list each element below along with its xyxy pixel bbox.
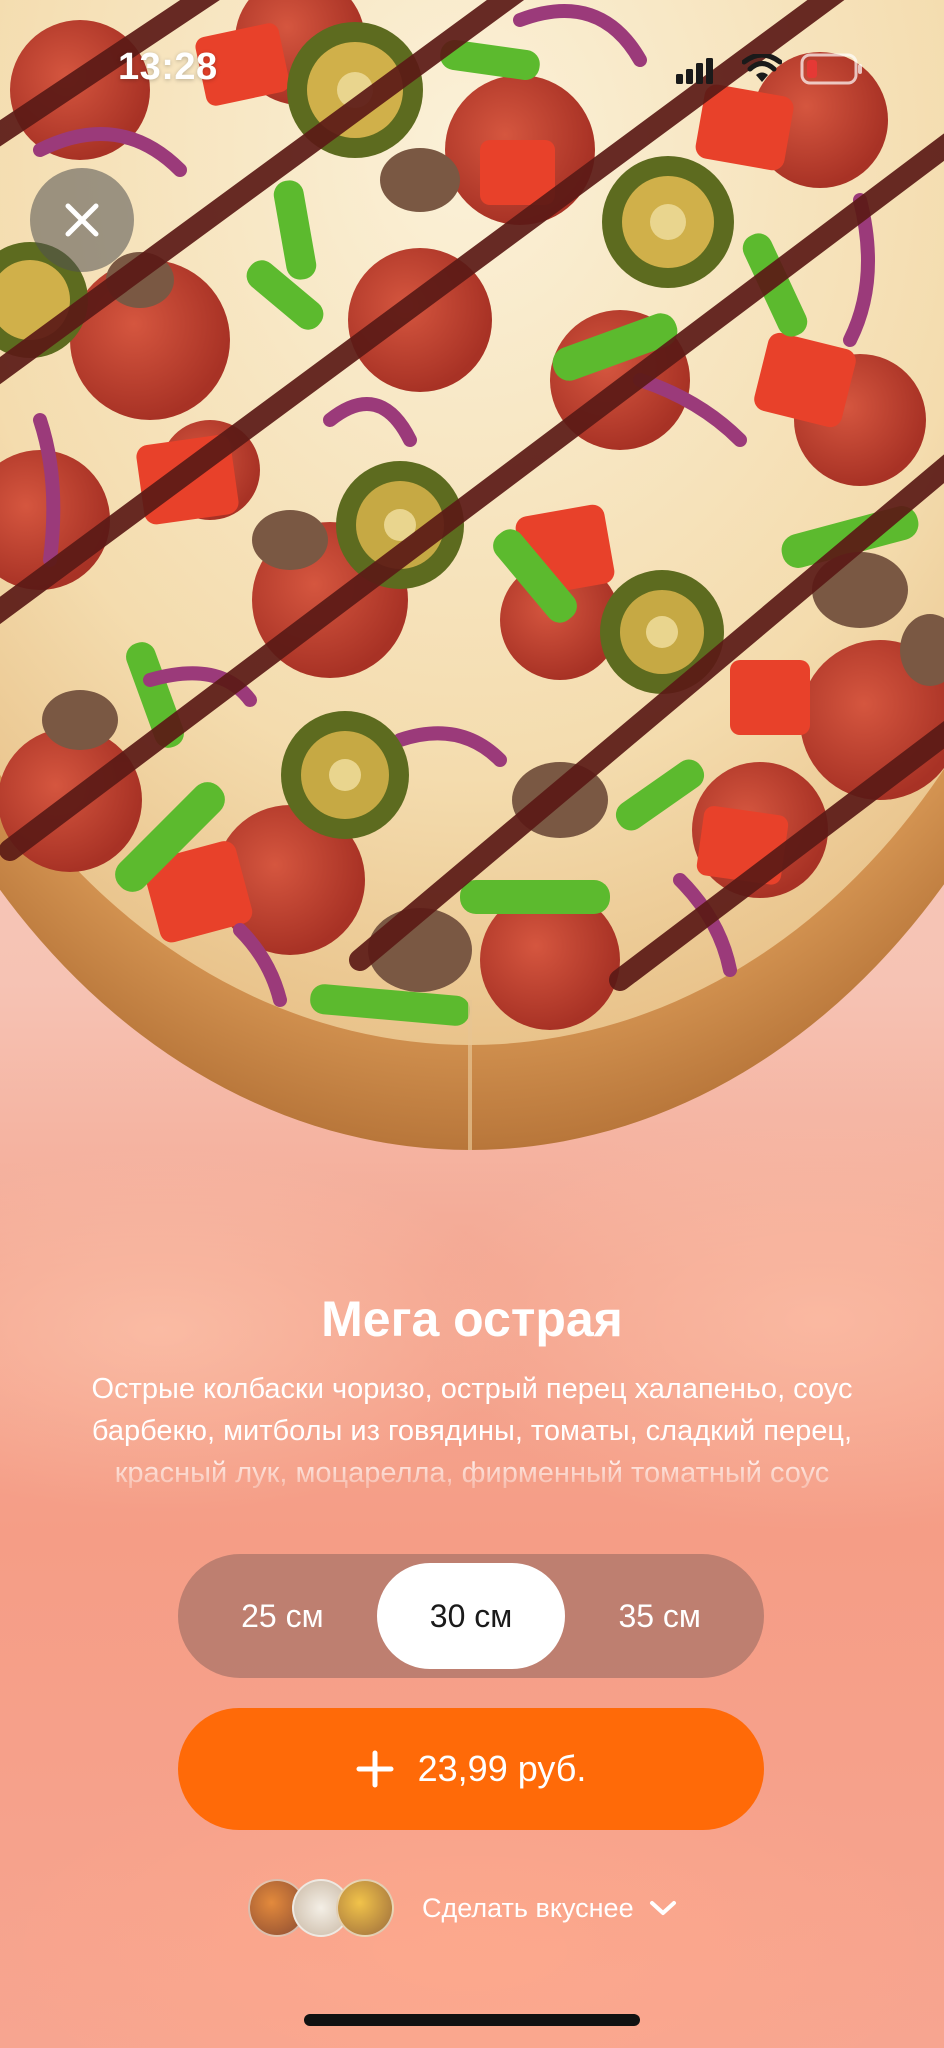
size-option-35[interactable]: 35 см [565,1563,754,1669]
wifi-icon [742,54,782,82]
add-to-cart-button[interactable]: 23,99 руб. [178,1708,764,1830]
make-tastier-toggle[interactable]: Сделать вкуснее [248,1876,678,1940]
battery-icon [800,53,862,85]
chevron-down-icon [649,1901,676,1915]
status-bar: 13:28 [0,0,944,140]
product-title: Мега острая [321,1291,623,1347]
price-label: 23,99 руб. [417,1748,587,1789]
topping-thumbnails [248,1879,398,1937]
make-tastier-label: Сделать вкуснее [422,1892,634,1923]
home-indicator [304,2014,640,2026]
status-time: 13:28 [118,46,218,88]
close-icon [65,203,99,237]
product-card-screen: 13:28 Мега острая Острые колбаски чоризо… [0,0,944,2048]
pizza-image [0,0,944,1160]
plus-icon [356,1750,394,1788]
product-description: Острые колбаски чоризо, острый перец хал… [91,1373,853,1489]
size-option-25[interactable]: 25 см [188,1563,377,1669]
signal-icon [676,58,713,84]
close-button[interactable] [30,168,134,272]
size-option-30[interactable]: 30 см [376,1563,566,1669]
size-selector: 25 см 30 см 35 см [178,1554,764,1678]
topping-thumb-cheddar [336,1879,394,1937]
